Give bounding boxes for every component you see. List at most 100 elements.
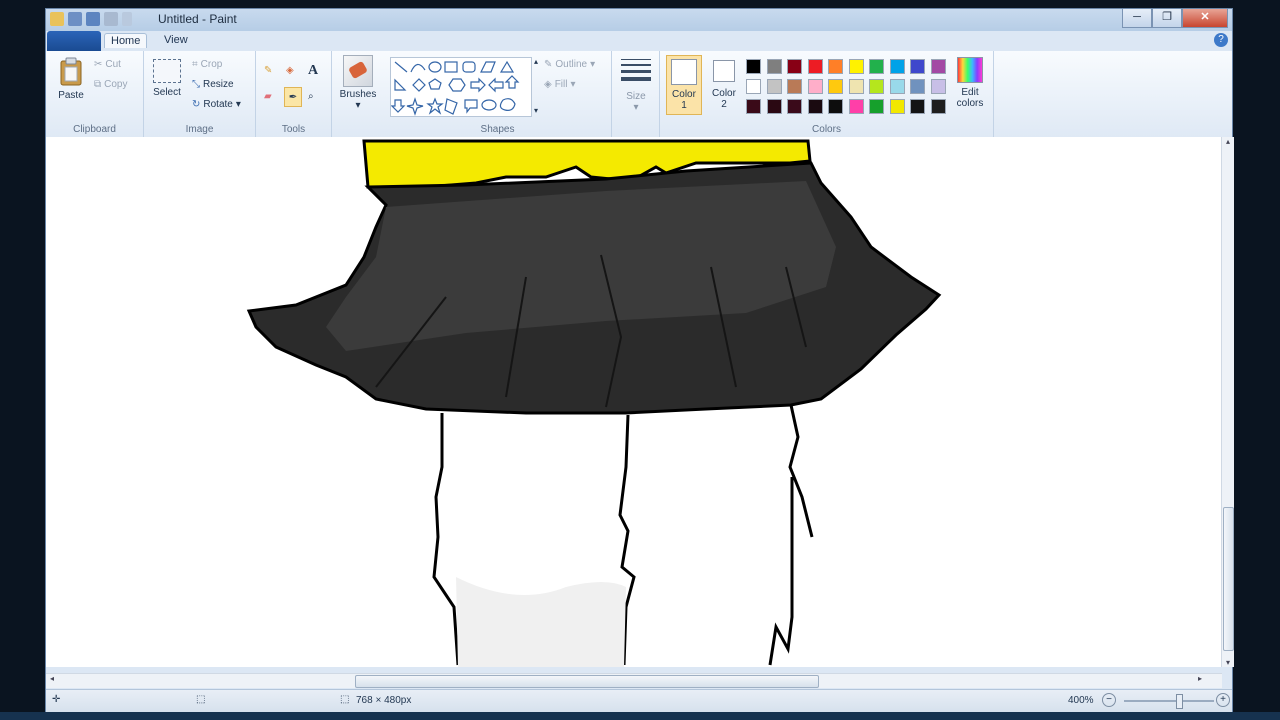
magnifier-tool[interactable]: ⌕ — [308, 91, 314, 102]
select-icon — [153, 59, 181, 83]
zoom-level: 400% — [1068, 695, 1094, 706]
fill-icon: ◈ — [544, 79, 552, 90]
shapes-gallery[interactable] — [390, 57, 532, 117]
select-button[interactable]: Select — [150, 59, 184, 98]
scroll-up-icon[interactable]: ▴ — [1222, 137, 1234, 146]
canvas-area[interactable] — [46, 137, 1222, 667]
color-swatch[interactable] — [848, 79, 864, 94]
color-swatch[interactable] — [930, 99, 946, 114]
color-swatch[interactable] — [848, 99, 864, 114]
outline-button[interactable]: ✎ Outline ▾ — [544, 59, 595, 70]
file-menu-button[interactable] — [47, 31, 101, 51]
image-group: Select ⌗ Crop ⤡ Resize ↻ Rotate ▾ Image — [144, 51, 256, 137]
copy-button[interactable]: ⧉ Copy — [94, 79, 128, 90]
maximize-button[interactable]: ❐ — [1152, 9, 1182, 28]
resize-button[interactable]: ⤡ Resize — [192, 79, 234, 90]
scroll-left-icon[interactable]: ◂ — [50, 674, 54, 683]
tools-group-label: Tools — [281, 124, 306, 135]
color-picker-tool[interactable]: ✒ — [284, 87, 302, 107]
help-icon[interactable]: ? — [1214, 33, 1228, 47]
eraser-tool[interactable]: ▰ — [264, 91, 272, 102]
magnifier-icon: ⌕ — [308, 91, 314, 102]
paint-window: Untitled - Paint ─ ❐ ✕ Home View ? Paste… — [45, 8, 1234, 720]
rotate-label: Rotate — [203, 99, 233, 110]
color1-label: Color — [672, 89, 696, 100]
color-swatch[interactable] — [910, 79, 925, 94]
color-swatch[interactable] — [848, 59, 864, 74]
image-dimensions: 768 × 480px — [356, 695, 412, 706]
color-swatch[interactable] — [746, 59, 761, 74]
undo-icon[interactable] — [86, 12, 100, 26]
color-swatch[interactable] — [869, 79, 884, 94]
customize-qat-icon[interactable] — [122, 12, 132, 26]
fill-tool[interactable]: ◈ — [286, 65, 294, 76]
color-swatch[interactable] — [910, 59, 925, 74]
chevron-down-icon: ▾ — [590, 59, 596, 70]
scroll-right-icon[interactable]: ▸ — [1198, 674, 1202, 683]
color-swatch[interactable] — [889, 99, 905, 114]
horizontal-scroll-thumb[interactable] — [355, 675, 819, 688]
vertical-scrollbar[interactable]: ▴ ▾ — [1221, 137, 1234, 667]
zoom-in-button[interactable]: + — [1216, 693, 1230, 707]
zoom-out-button[interactable]: − — [1102, 693, 1116, 707]
color-swatch[interactable] — [869, 59, 884, 74]
color-swatch[interactable] — [766, 99, 782, 114]
zoom-slider-thumb[interactable] — [1176, 694, 1183, 709]
size-button[interactable]: Size ▾ — [618, 57, 654, 113]
size-label: Size — [626, 91, 646, 102]
color-swatch[interactable] — [828, 79, 843, 94]
tab-home[interactable]: Home — [104, 33, 148, 48]
close-button[interactable]: ✕ — [1182, 9, 1228, 28]
color-swatch[interactable] — [930, 79, 946, 94]
crop-label: Crop — [200, 59, 223, 70]
brushes-button[interactable]: Brushes ▾ — [336, 55, 380, 111]
scroll-down-icon[interactable]: ▾ — [1222, 658, 1234, 667]
vertical-scroll-thumb[interactable] — [1223, 507, 1234, 651]
outline-icon: ✎ — [544, 59, 553, 70]
fill-button[interactable]: ◈ Fill ▾ — [544, 79, 576, 90]
color-swatch[interactable] — [787, 99, 802, 114]
drawing-canvas[interactable] — [46, 137, 1222, 667]
zoom-slider[interactable] — [1124, 694, 1214, 709]
cut-button[interactable]: ✂ Cut — [94, 59, 121, 70]
ribbon-tabs: Home View ? — [46, 31, 1232, 51]
color-swatch[interactable] — [930, 59, 946, 74]
color-swatch[interactable] — [910, 99, 925, 114]
color-swatch[interactable] — [828, 59, 843, 74]
line-width-icon — [621, 59, 651, 81]
paint-app-icon[interactable] — [50, 12, 64, 26]
redo-icon[interactable] — [104, 12, 118, 26]
horizontal-scrollbar[interactable]: ◂ ▸ — [46, 673, 1222, 688]
shapes-group: ▴ ▾ ✎ Outline ▾ ◈ Fill ▾ Shapes — [384, 51, 612, 137]
crop-button[interactable]: ⌗ Crop — [192, 59, 222, 70]
paste-button[interactable]: Paste — [54, 57, 88, 101]
chevron-down-icon: ▾ — [235, 99, 241, 110]
edit-colors-button[interactable]: Edit colors — [950, 57, 990, 109]
color-swatch[interactable] — [889, 79, 905, 94]
ribbon: Paste ✂ Cut ⧉ Copy Clipboard Select ⌗ Crop … — [46, 51, 1232, 138]
color-swatch[interactable] — [766, 59, 782, 74]
color2-button[interactable]: Color 2 — [706, 55, 742, 115]
color-swatch[interactable] — [889, 59, 905, 74]
shapes-scroll[interactable]: ▴ ▾ — [532, 57, 540, 115]
tab-view[interactable]: View — [158, 33, 194, 47]
color-swatch[interactable] — [807, 99, 823, 114]
color-swatch[interactable] — [787, 79, 802, 94]
save-icon[interactable] — [68, 12, 82, 26]
rotate-button[interactable]: ↻ Rotate ▾ — [192, 99, 241, 110]
minimize-button[interactable]: ─ — [1122, 9, 1152, 28]
color-swatch[interactable] — [807, 59, 823, 74]
color-swatch[interactable] — [746, 99, 761, 114]
color1-button[interactable]: Color 1 — [666, 55, 702, 115]
status-bar: ✛ ⬚ ⬚ 768 × 480px 400% − + — [46, 689, 1232, 714]
color-swatch[interactable] — [787, 59, 802, 74]
selection-size-icon: ⬚ — [196, 694, 206, 705]
color-swatch[interactable] — [746, 79, 761, 94]
color1-number: 1 — [681, 100, 687, 111]
color-swatch[interactable] — [828, 99, 843, 114]
color-swatch[interactable] — [766, 79, 782, 94]
text-tool[interactable]: A — [308, 63, 318, 79]
color-swatch[interactable] — [807, 79, 823, 94]
pencil-tool[interactable]: ✎ — [264, 65, 272, 76]
color-swatch[interactable] — [869, 99, 884, 114]
